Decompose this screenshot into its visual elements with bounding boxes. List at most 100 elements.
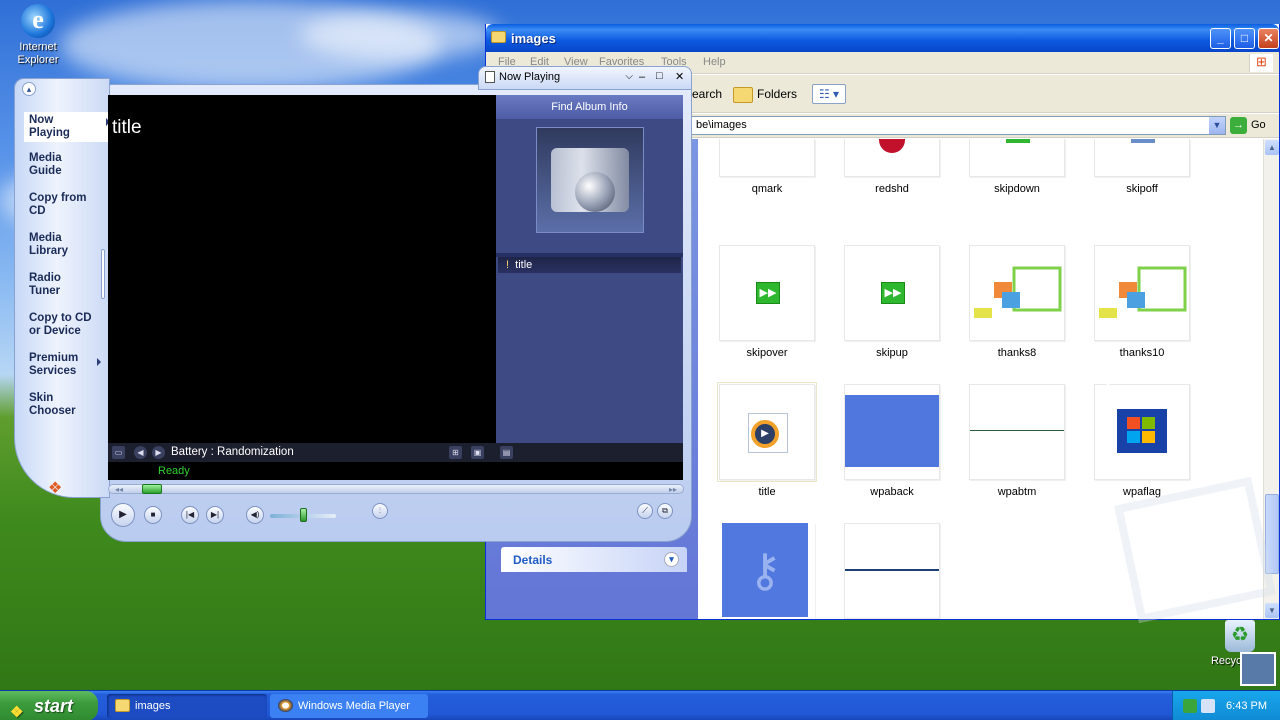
playback-options-icon[interactable]: ⫶ xyxy=(372,503,388,519)
file-thumbnail: ⚷ xyxy=(719,523,815,619)
go-button[interactable]: → Go xyxy=(1230,116,1266,135)
equalizer-icon[interactable]: ⟋ xyxy=(637,503,653,519)
file-item[interactable]: ▶▶ skipup xyxy=(837,245,947,359)
wmp-nav-item[interactable]: Copy to CD or Device xyxy=(29,312,105,338)
maximize-button[interactable]: □ xyxy=(1234,28,1255,49)
address-input[interactable]: be\images ▼ xyxy=(691,116,1226,135)
windows-graphic-icon xyxy=(1099,266,1187,318)
file-thumbnail xyxy=(1094,384,1190,480)
file-thumbnail xyxy=(719,139,815,177)
seek-bar[interactable]: ◂◂ ▸▸ xyxy=(108,484,684,494)
desktop-icon-label: Internet xyxy=(19,41,57,53)
play-button[interactable]: ▶ xyxy=(111,503,135,527)
menu-toggle-icon[interactable]: ▴ xyxy=(22,82,36,96)
volume-tray-icon[interactable] xyxy=(1201,699,1215,713)
file-name: skipoff xyxy=(1126,183,1158,195)
file-item[interactable]: wpatop xyxy=(837,523,947,619)
minimize-button[interactable]: – xyxy=(639,71,645,83)
recycle-bin-thumbnail xyxy=(1240,652,1276,686)
wmp-nav-item[interactable]: Copy from CD xyxy=(29,192,105,218)
fullscreen-icon[interactable]: ⊞ xyxy=(449,446,462,459)
wmp-nav-item[interactable]: Media Guide xyxy=(29,152,105,178)
nav-item-label: Copy from xyxy=(29,192,87,204)
video-area[interactable]: title xyxy=(108,95,496,443)
explorer-title: images xyxy=(511,31,556,46)
file-item[interactable]: ▶▶ skipover xyxy=(712,245,822,359)
file-item[interactable]: skipoff xyxy=(1087,139,1197,195)
address-dropdown-icon[interactable]: ▼ xyxy=(1209,117,1225,134)
file-item[interactable]: ⚷ wpakey xyxy=(712,523,822,619)
zoom-icon[interactable]: ▣ xyxy=(471,446,484,459)
file-thumbnail xyxy=(844,523,940,619)
next-button[interactable]: ▶| xyxy=(206,506,224,524)
go-arrow-icon: → xyxy=(1230,116,1247,134)
network-icon[interactable] xyxy=(1183,699,1197,713)
menu-help[interactable]: Help xyxy=(703,56,726,68)
now-playing-combo[interactable]: Now Playing ⌵ xyxy=(485,71,633,87)
wmp-nav-item[interactable]: Skin Chooser xyxy=(29,392,105,418)
start-button[interactable]: ❖ start xyxy=(0,691,98,720)
wmp-nav-item[interactable]: Radio Tuner xyxy=(29,272,105,298)
previous-button[interactable]: |◀ xyxy=(181,506,199,524)
folder-icon xyxy=(115,699,130,712)
nav-item-label: Tuner xyxy=(29,285,61,297)
desktop-icon-internet-explorer[interactable]: e Internet Explorer xyxy=(0,4,76,67)
folders-label: Folders xyxy=(757,87,798,101)
scroll-down-icon[interactable]: ▼ xyxy=(1265,603,1279,618)
compact-mode-icon[interactable]: ⧉ xyxy=(657,503,673,519)
file-item[interactable]: qmark xyxy=(712,139,822,195)
file-thumbnail: ▶ xyxy=(717,382,817,482)
visualization-bar: ▭ ◀ ▶ Battery : Randomization ⊞ ▣ ▤ xyxy=(108,443,683,462)
close-button[interactable]: ✕ xyxy=(675,70,684,83)
details-panel-header[interactable]: Details ▾ xyxy=(501,547,687,572)
file-thumbnail: ▶▶ xyxy=(719,245,815,341)
volume-slider[interactable] xyxy=(270,508,336,522)
file-thumbnail xyxy=(1094,139,1190,177)
stop-button[interactable]: ■ xyxy=(144,506,162,524)
maximize-button[interactable]: □ xyxy=(656,70,663,82)
file-item[interactable]: wpabtm xyxy=(962,384,1072,498)
seek-thumb[interactable] xyxy=(142,484,162,494)
file-item[interactable]: redshd xyxy=(837,139,947,195)
playlist-item[interactable]: ! title xyxy=(498,257,681,273)
minimize-button[interactable]: _ xyxy=(1210,28,1231,49)
nav-item-label: Guide xyxy=(29,165,62,177)
file-item[interactable]: wpaflag xyxy=(1087,384,1197,498)
search-button[interactable]: earch xyxy=(692,83,722,105)
file-item[interactable]: skipdown xyxy=(962,139,1072,195)
taskbar-item-images[interactable]: images xyxy=(107,694,267,718)
wmp-nav-item[interactable]: Premium Services xyxy=(29,352,105,378)
nav-item-label: Skin xyxy=(29,392,54,404)
file-name: wpaback xyxy=(870,486,914,498)
playlist-toggle-icon[interactable]: ▤ xyxy=(500,446,513,459)
nav-item-label: Media xyxy=(29,232,62,244)
next-visualization-icon[interactable]: ▶ xyxy=(152,446,165,459)
close-button[interactable]: ✕ xyxy=(1258,28,1279,49)
nav-item-label: CD xyxy=(29,205,46,217)
chevron-down-icon[interactable]: ⌵ xyxy=(625,71,633,82)
folders-button[interactable]: Folders xyxy=(733,83,797,105)
wmp-titlebar[interactable]: Now Playing ⌵ – □ ✕ xyxy=(478,66,692,90)
file-item-selected[interactable]: ▶ title xyxy=(712,382,822,498)
find-album-info-button[interactable]: Find Album Info xyxy=(496,95,683,119)
views-button[interactable]: ☷ ▾ xyxy=(812,84,846,104)
wmp-nav-item[interactable]: Now Playing xyxy=(24,112,114,142)
scroll-up-icon[interactable]: ▲ xyxy=(1265,140,1279,155)
mute-button[interactable]: ◀) xyxy=(246,506,264,524)
volume-thumb[interactable] xyxy=(300,508,307,522)
media-player-icon xyxy=(278,699,293,712)
status-text: Ready xyxy=(108,462,683,480)
explorer-titlebar[interactable]: images _ □ ✕ xyxy=(486,24,1279,52)
nav-item-label: Library xyxy=(29,245,68,257)
wmp-nav-item[interactable]: Media Library xyxy=(29,232,105,258)
album-art xyxy=(536,127,644,233)
file-item[interactable]: wpaback xyxy=(837,384,947,498)
previous-visualization-icon[interactable]: ◀ xyxy=(134,446,147,459)
file-item[interactable]: thanks8 xyxy=(962,245,1072,359)
file-item[interactable]: thanks10 xyxy=(1087,245,1197,359)
chevron-down-icon[interactable]: ▾ xyxy=(664,552,679,567)
now-playing-label: Now Playing xyxy=(499,71,561,83)
visualization-toggle-icon[interactable]: ▭ xyxy=(112,446,125,459)
taskbar-item-media-player[interactable]: Windows Media Player xyxy=(270,694,428,718)
address-value: be\images xyxy=(696,119,747,131)
